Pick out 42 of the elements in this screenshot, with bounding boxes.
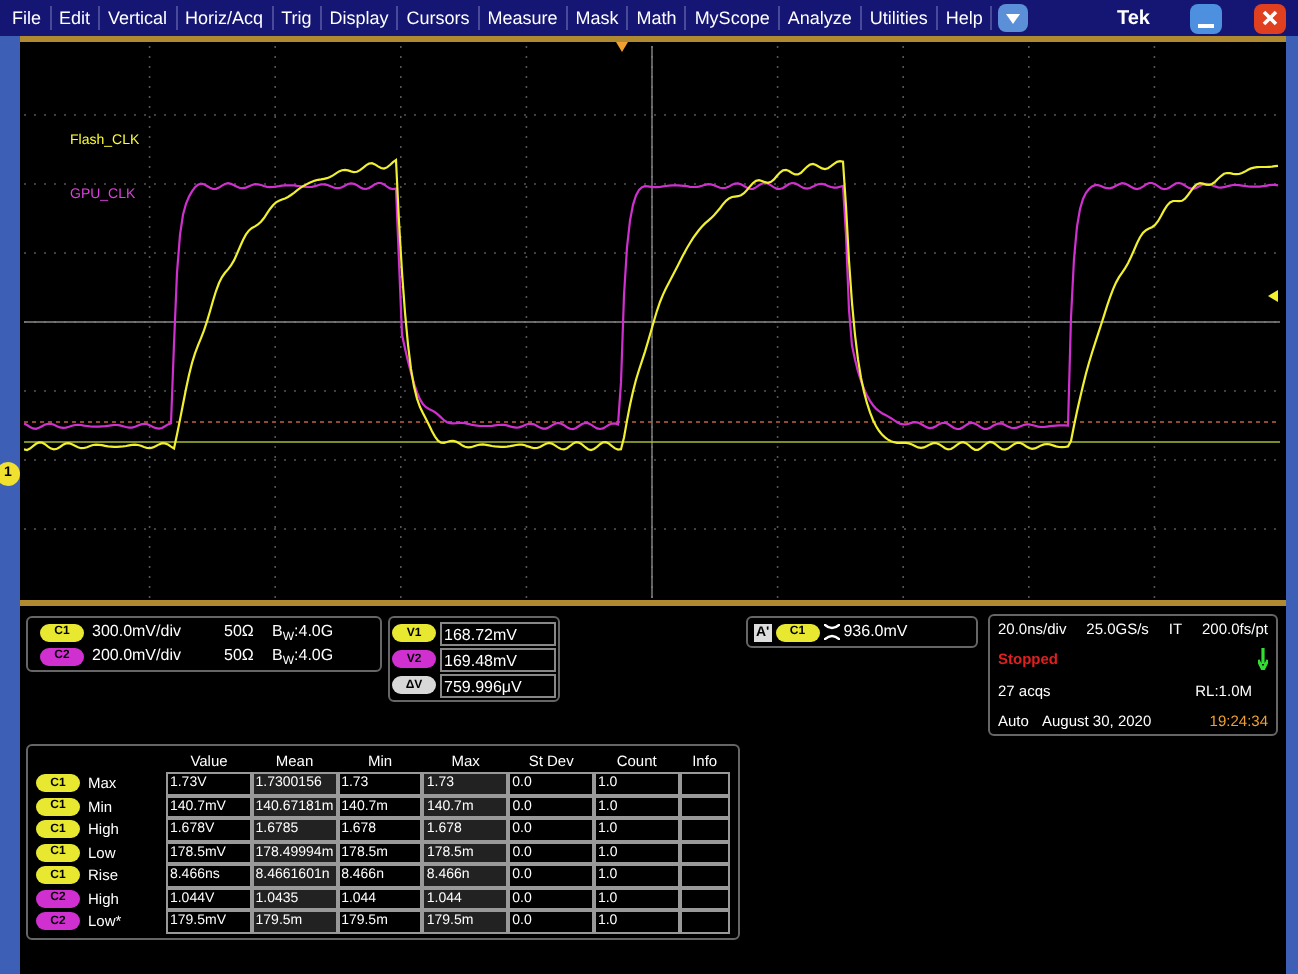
channel-scale: 300.0mV/div: [92, 620, 183, 644]
menu-item[interactable]: Help: [937, 6, 993, 30]
caret-down-icon: [1006, 13, 1021, 23]
table-cell: [679, 910, 731, 933]
menu-item[interactable]: Cursors: [398, 6, 480, 30]
minimize-icon: [1198, 23, 1214, 27]
trigger-indicator-icon: [1258, 648, 1268, 671]
cursor-reading: 759.996μV: [440, 673, 556, 697]
menu-item[interactable]: Horiz/Acq: [177, 6, 274, 30]
channel-bandwidth: B$_{W}$:4.0G: [272, 644, 334, 668]
channel-bandwidth: B$_{W}$:4.0G: [272, 620, 334, 644]
channel-impedance: 50Ω: [224, 644, 256, 668]
brand-logo: Tek: [1117, 5, 1150, 33]
menu-item[interactable]: Display: [321, 6, 399, 30]
cursor-reading: 168.72mV: [440, 621, 556, 645]
menu-item[interactable]: Utilities: [861, 6, 938, 30]
dropdown-button[interactable]: [998, 4, 1029, 32]
menu-item[interactable]: Analyze: [779, 6, 862, 30]
table-cell: [679, 864, 731, 887]
trigger-level: 936.0mV: [843, 620, 908, 644]
trigger-level-icon: [1268, 290, 1282, 302]
table-cell: [679, 795, 731, 818]
menu-item[interactable]: Mask: [567, 6, 629, 30]
cursor-reading: 169.48mV: [440, 647, 556, 671]
table-cell: [679, 772, 731, 795]
table-cell: [679, 887, 731, 910]
table-cell: [679, 841, 731, 864]
close-icon: [1262, 10, 1278, 26]
minimize-button[interactable]: [1190, 3, 1222, 33]
close-button[interactable]: [1254, 3, 1286, 33]
menu-item[interactable]: Measure: [479, 6, 568, 30]
menu-item[interactable]: Edit: [51, 6, 101, 30]
trigger-edge-icon: [823, 624, 840, 640]
menu-item[interactable]: File: [4, 6, 52, 30]
menu-item[interactable]: Trig: [273, 6, 322, 30]
trigger-position-icon: [616, 42, 628, 52]
channel-impedance: 50Ω: [224, 620, 256, 644]
channel-scale: 200.0mV/div: [92, 644, 183, 668]
menu-item[interactable]: Math: [628, 6, 687, 30]
table-cell: [679, 818, 731, 841]
menu-item[interactable]: Vertical: [100, 6, 178, 30]
menu-item[interactable]: MyScope: [686, 6, 780, 30]
